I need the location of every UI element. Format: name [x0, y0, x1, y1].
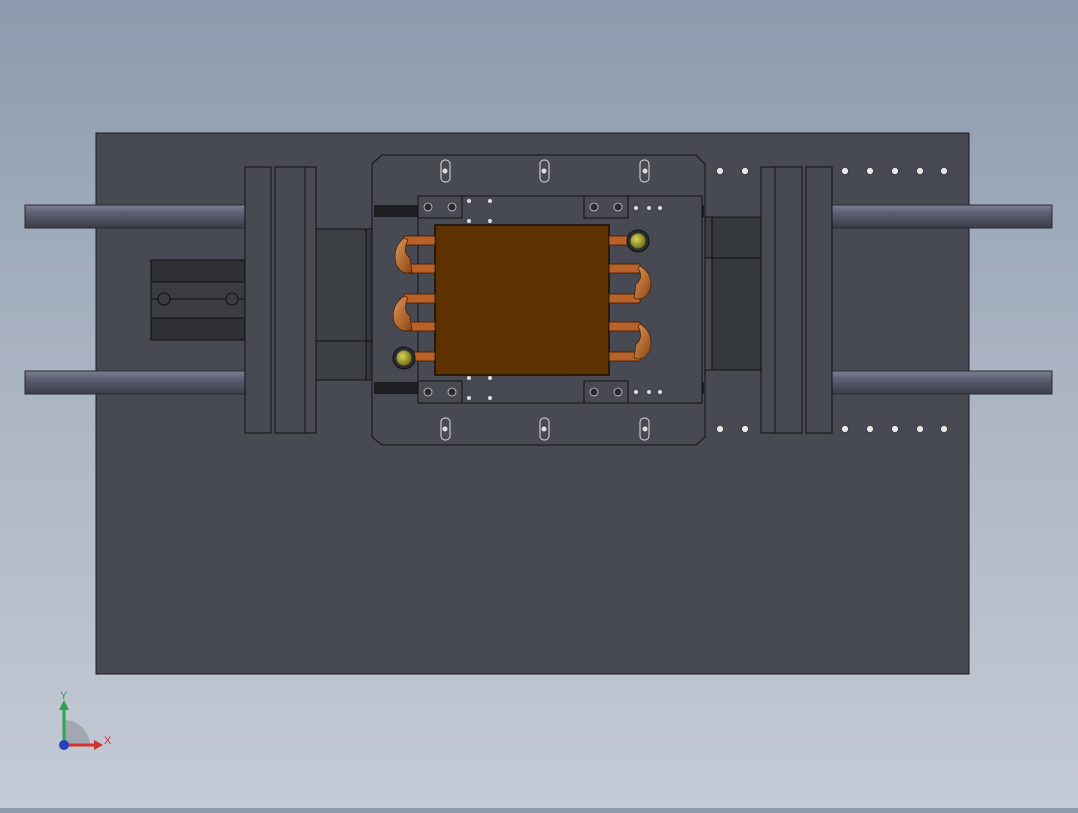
x-axis-arrow-icon	[94, 740, 103, 750]
right-guide-plates[interactable]	[760, 166, 833, 434]
left-guide-plates[interactable]	[244, 166, 317, 434]
copper-workpiece[interactable]	[434, 224, 610, 376]
triad-x-label: X	[104, 735, 112, 747]
z-axis-icon	[59, 740, 69, 750]
graphics-viewport[interactable]: Y X	[0, 0, 1078, 808]
cad-model-view[interactable]: Y X	[0, 0, 1078, 808]
reference-triad	[59, 700, 103, 750]
triad-y-label: Y	[60, 690, 68, 702]
left-cylinder-block[interactable]	[150, 259, 247, 341]
